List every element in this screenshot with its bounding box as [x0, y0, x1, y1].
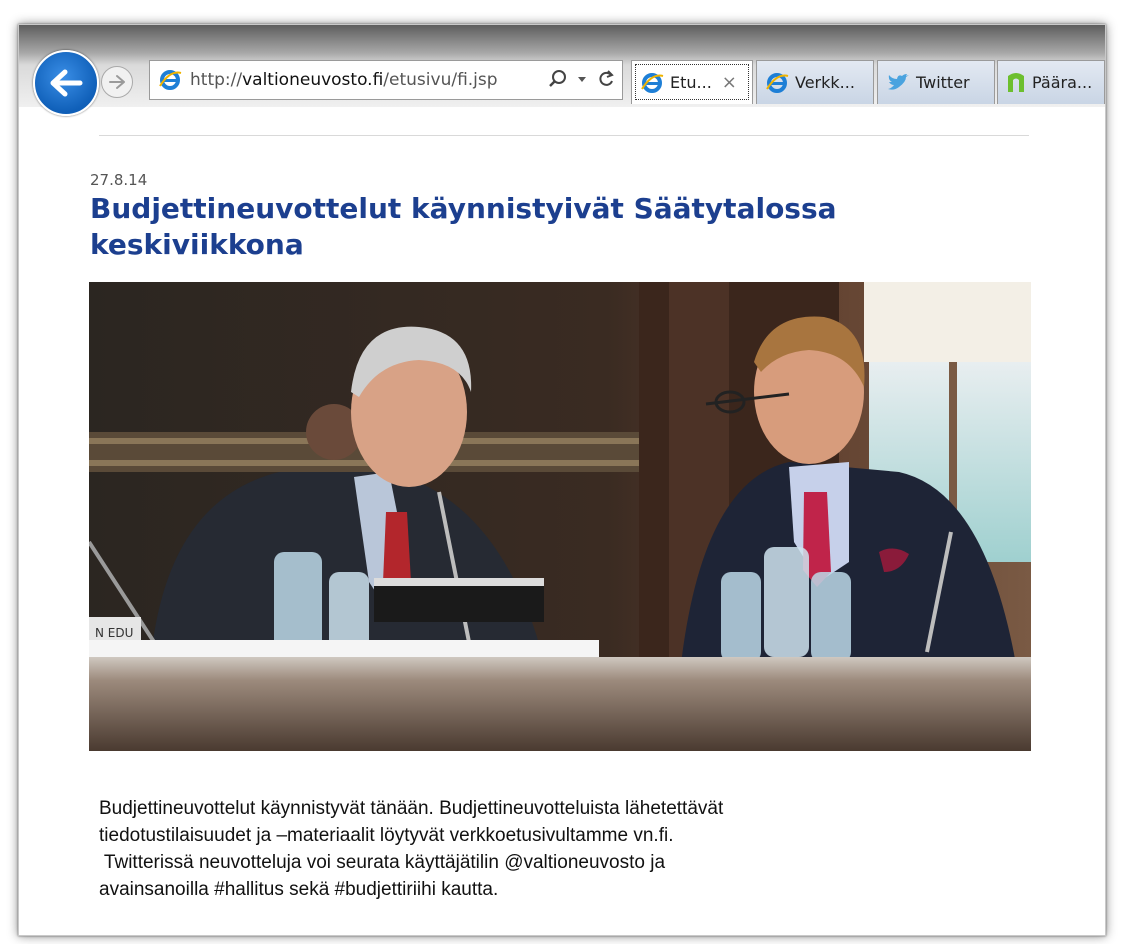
browser-window: http://valtioneuvosto.fi/etusivu/fi.jsp: [18, 24, 1106, 936]
ie-icon: [641, 72, 664, 93]
tab-twitter[interactable]: Twitter: [877, 60, 995, 104]
ie-icon: [159, 70, 182, 90]
tab-close-icon[interactable]: ×: [722, 72, 737, 93]
arrow-right-icon: [109, 75, 125, 89]
address-bar[interactable]: http://valtioneuvosto.fi/etusivu/fi.jsp: [149, 60, 623, 100]
photo-placard-text: N EDU: [95, 626, 133, 640]
tab-etusivu[interactable]: Etu... ×: [631, 60, 753, 104]
forward-button[interactable]: [101, 66, 133, 98]
twitter-bird-icon: [888, 73, 909, 90]
browser-toolbar: http://valtioneuvosto.fi/etusivu/fi.jsp: [19, 25, 1105, 116]
green-n-icon: [1008, 72, 1024, 92]
search-icon[interactable]: [548, 69, 568, 89]
arrow-left-icon: [50, 69, 83, 97]
body-line: avainsanoilla #hallitus sekä #budjettiri…: [99, 879, 499, 900]
tab-label: Verkk...: [795, 73, 855, 92]
refresh-icon[interactable]: [596, 69, 616, 89]
tab-label: Päära...: [1032, 73, 1093, 92]
tab-verkko[interactable]: Verkk...: [756, 60, 874, 104]
body-line: Budjettineuvottelut käynnistyvät tänään.…: [99, 798, 724, 819]
url-text: http://valtioneuvosto.fi/etusivu/fi.jsp: [190, 70, 498, 90]
ie-icon: [766, 72, 789, 93]
body-line: Twitterissä neuvotteluja voi seurata käy…: [99, 852, 666, 873]
body-line: tiedotustilaisuudet ja –materiaalit löyt…: [99, 825, 674, 846]
tab-label: Twitter: [916, 73, 970, 92]
tab-paaraa[interactable]: Päära...: [997, 60, 1105, 104]
dropdown-arrow-icon[interactable]: [576, 73, 588, 85]
article-photo: N EDU: [89, 282, 1031, 751]
divider: [99, 135, 1029, 136]
tab-label: Etu...: [670, 73, 712, 92]
back-button[interactable]: [33, 50, 99, 116]
article-date: 27.8.14: [90, 171, 148, 189]
article-body: Budjettineuvottelut käynnistyvät tänään.…: [99, 795, 999, 903]
article-headline[interactable]: Budjettineuvottelut käynnistyivät Säätyt…: [90, 191, 990, 263]
